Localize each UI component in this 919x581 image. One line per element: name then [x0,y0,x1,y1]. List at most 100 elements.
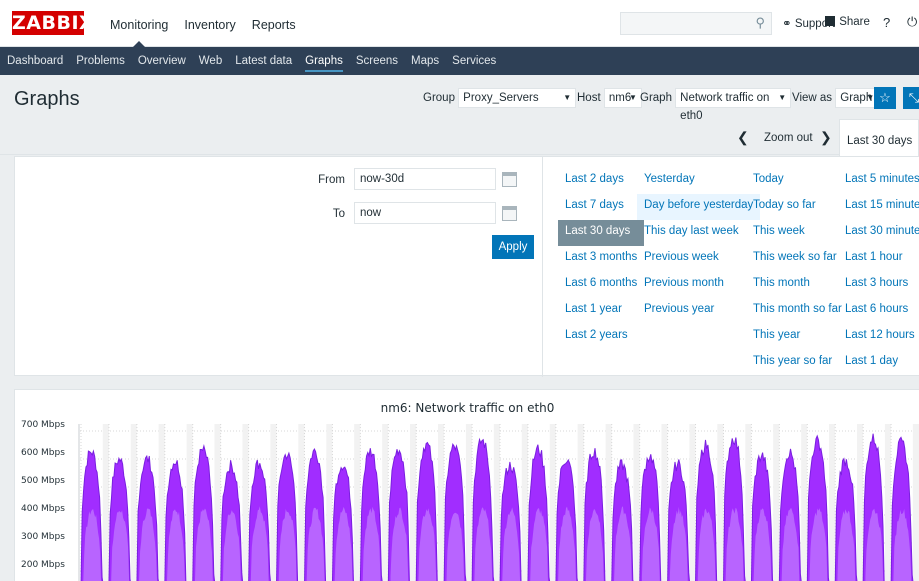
quick-range-link[interactable]: This month so far [746,298,849,324]
favorite-star-icon[interactable]: ☆ [874,87,896,109]
apply-button[interactable]: Apply [492,235,534,259]
quick-range-link[interactable]: Previous year [637,298,760,324]
quick-range-link[interactable]: This month [746,272,849,298]
page-title: Graphs [14,88,80,110]
sub-menu: Dashboard Problems Overview Web Latest d… [0,47,919,75]
night-band [465,424,473,581]
quick-range-link[interactable]: This day last week [637,220,760,246]
night-band [521,424,528,581]
host-select[interactable]: nm6 ▼ [603,88,642,108]
night-band [884,424,892,581]
menu-inventory[interactable]: Inventory [176,0,243,47]
group-select-value: Proxy_Servers [463,92,539,104]
submenu-web[interactable]: Web [199,47,222,75]
y-axis-label: 300 Mbps [21,532,65,542]
menu-reports[interactable]: Reports [244,0,304,47]
viewas-select[interactable]: Graph ▼ [835,88,880,108]
submenu-maps[interactable]: Maps [411,47,439,75]
from-input[interactable]: now-30d [354,168,496,190]
share-label: Share [839,16,870,28]
night-band [577,424,584,581]
zabbix-logo[interactable]: ZABBIX [12,11,94,35]
quick-range-link[interactable]: Last 6 hours [838,298,919,324]
graph-plot-area[interactable] [77,424,919,581]
quick-range-link[interactable]: Last 1 hour [838,246,919,272]
search-box: ⚲ [620,12,772,35]
to-input[interactable]: now [354,202,496,224]
quick-range-link[interactable]: Last 1 year [558,298,644,324]
quick-range-link[interactable]: Last 3 hours [838,272,919,298]
chevron-left-icon[interactable]: ❮ [737,129,749,146]
sign-out-icon[interactable]: ⏻ [907,14,917,30]
search-icon[interactable]: ⚲ [755,15,765,31]
submenu-services[interactable]: Services [452,47,496,75]
menu-monitoring[interactable]: Monitoring [102,0,176,48]
time-selector-bar: ❮ Zoom out ❯ Last 30 days ◷ [0,119,919,156]
quick-range-link[interactable]: Last 15 minutes [838,194,919,220]
night-band [354,424,361,581]
page-header: Graphs Group Proxy_Servers ▼ Host nm6 ▼ … [0,75,919,122]
submenu-graphs[interactable]: Graphs [305,47,343,75]
quick-range-link[interactable]: Day before yesterday [637,194,761,220]
host-control: Host nm6 ▼ [577,88,642,108]
quick-range-link[interactable]: Last 5 minutes [838,168,919,194]
chevron-right-icon[interactable]: ❯ [820,129,832,146]
quick-range-link[interactable]: Today [746,168,849,194]
y-axis-label: 400 Mbps [21,504,65,514]
chevron-down-icon: ▼ [778,93,787,102]
quick-range-link[interactable]: Last 2 years [558,324,644,350]
from-label: From [318,174,345,186]
submenu-screens[interactable]: Screens [356,47,398,75]
viewas-control: View as Graph ▼ [792,88,880,108]
night-band [158,424,165,581]
y-axis-label: 600 Mbps [21,448,65,458]
help-icon[interactable]: ? [883,15,890,30]
time-filter-panel: From now-30d To now Apply Last 2 days La… [14,156,919,377]
y-axis-label: 200 Mbps [21,560,65,570]
quick-range-link[interactable]: Last 7 days [558,194,644,220]
quick-range-link[interactable]: Last 30 minutes [838,220,919,246]
quick-range-link[interactable]: This year so far [746,350,849,376]
quick-range-link[interactable]: Last 3 months [558,246,644,272]
quick-range-link[interactable]: Last 12 hours [838,324,919,350]
night-band [102,424,109,581]
quick-range-link[interactable]: Yesterday [637,168,760,194]
calendar-icon[interactable] [502,206,517,221]
quick-range-link[interactable]: Previous week [637,246,760,272]
quick-range-link-selected[interactable]: Last 30 days [558,220,645,246]
quick-range-column-3: Today Today so far This week This week s… [746,168,849,376]
quick-range-link[interactable]: Last 1 day [838,350,919,376]
search-input[interactable] [621,13,741,34]
quick-range-column-4: Last 5 minutes Last 15 minutes Last 30 m… [838,168,919,376]
group-select[interactable]: Proxy_Servers ▼ [458,88,577,108]
quick-range-link[interactable]: Previous month [637,272,760,298]
night-band [829,424,836,581]
zoom-out-button[interactable]: Zoom out [764,132,813,144]
submenu-overview[interactable]: Overview [138,47,186,75]
share-link[interactable]: Share [825,16,870,28]
graph-control: Graph Network traffic on eth0 ▼ [640,88,792,122]
night-band [689,424,696,581]
quick-range-link[interactable]: Today so far [746,194,849,220]
time-period-tab[interactable]: Last 30 days ◷ [839,119,919,156]
night-band [745,424,752,581]
submenu-dashboard[interactable]: Dashboard [7,47,63,75]
to-label: To [332,208,345,220]
submenu-latest-data[interactable]: Latest data [235,47,292,75]
night-band [633,424,640,581]
night-band [326,424,333,581]
group-label: Group [423,92,455,104]
quick-range-link[interactable]: This week [746,220,849,246]
top-header: ZABBIX Monitoring Inventory Reports ⚲ ⚭ … [0,0,919,48]
graph-select[interactable]: Network traffic on eth0 ▼ [675,88,792,122]
calendar-icon[interactable] [502,172,517,187]
fullscreen-icon[interactable]: ⤡ [903,87,919,109]
graph-title: nm6: Network traffic on eth0 [380,401,555,415]
quick-range-link[interactable]: Last 2 days [558,168,644,194]
quick-range-link[interactable]: Last 6 months [558,272,644,298]
quick-range-link[interactable]: This week so far [746,246,849,272]
submenu-problems[interactable]: Problems [76,47,125,75]
quick-range-link[interactable]: This year [746,324,849,350]
night-band [214,424,221,581]
divider [542,157,543,377]
